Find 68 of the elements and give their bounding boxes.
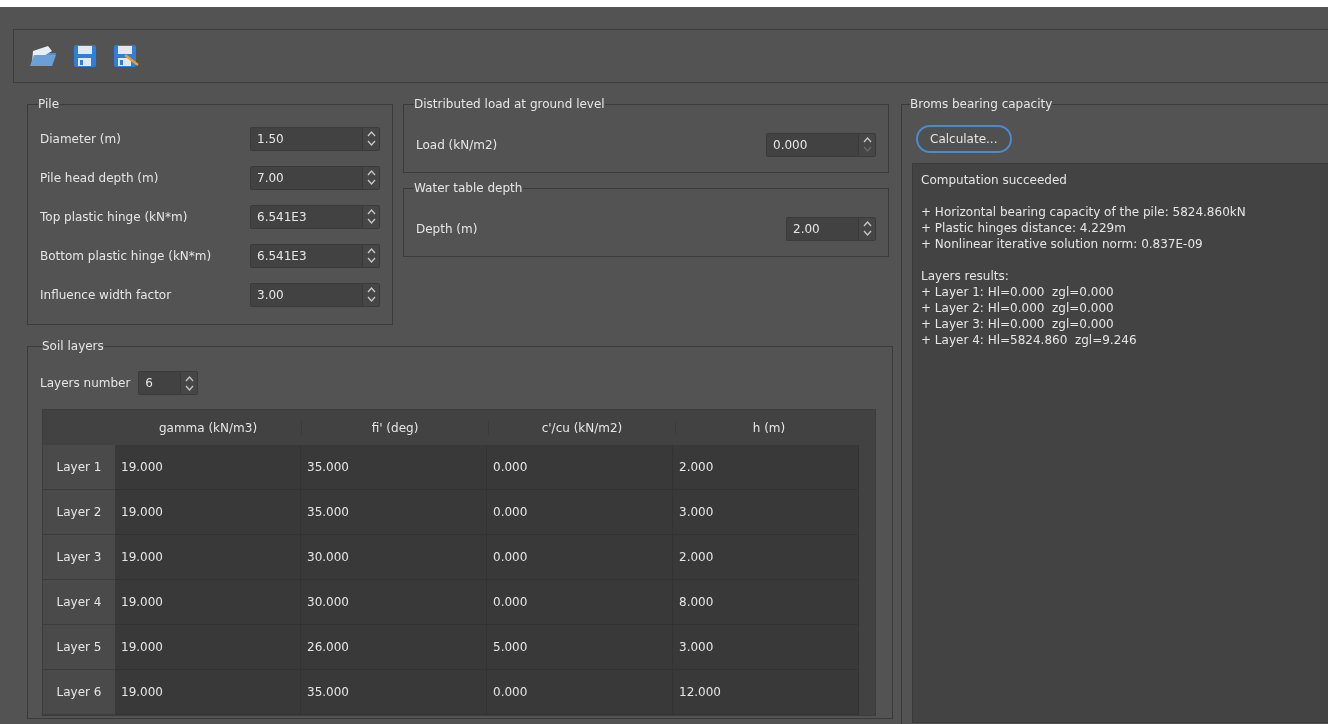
field-label: Depth (m) bbox=[416, 221, 478, 236]
table-cell[interactable]: 0.000 bbox=[487, 670, 673, 715]
table-cell[interactable]: 19.000 bbox=[115, 445, 301, 490]
result-line: + Layer 1: Hl=0.000 zgl=0.000 bbox=[921, 284, 1115, 300]
table-cell[interactable]: 19.000 bbox=[115, 670, 301, 715]
table-cell[interactable]: 35.000 bbox=[301, 445, 487, 490]
row-header[interactable]: Layer 4 bbox=[43, 580, 115, 625]
field-label: Diameter (m) bbox=[40, 131, 121, 146]
table-cell[interactable]: 3.000 bbox=[673, 490, 859, 535]
group-title: Pile bbox=[38, 97, 60, 111]
group-title: Soil layers bbox=[42, 339, 104, 353]
field-label: Load (kN/m2) bbox=[416, 137, 498, 152]
row-header[interactable]: Layer 2 bbox=[43, 490, 115, 535]
spin-box[interactable]: 6.541E3 bbox=[250, 204, 380, 229]
column-header[interactable]: c'/cu (kN/m2) bbox=[489, 420, 676, 435]
table-cell[interactable]: 19.000 bbox=[115, 580, 301, 625]
row-header[interactable]: Layer 5 bbox=[43, 625, 115, 670]
field-label: Bottom plastic hinge (kN*m) bbox=[40, 248, 212, 263]
result-line: + Nonlinear iterative solution norm: 0.837E-09 bbox=[921, 236, 1204, 252]
spin-box[interactable]: 7.00 bbox=[250, 165, 380, 190]
spin-box[interactable]: 0.000 bbox=[766, 132, 876, 157]
spin-box[interactable]: 3.00 bbox=[250, 282, 380, 307]
column-header[interactable]: fi' (deg) bbox=[302, 420, 489, 435]
result-line: Layers results: bbox=[921, 268, 1010, 284]
table-cell[interactable]: 5.000 bbox=[487, 625, 673, 670]
table-cell[interactable]: 0.000 bbox=[487, 445, 673, 490]
group-title: Water table depth bbox=[414, 181, 523, 195]
table-cell[interactable]: 8.000 bbox=[673, 580, 859, 625]
table-cell[interactable]: 35.000 bbox=[301, 490, 487, 535]
table-cell[interactable]: 3.000 bbox=[673, 625, 859, 670]
result-line: + Plastic hinges distance: 4.229m bbox=[921, 220, 1127, 236]
row-header[interactable]: Layer 1 bbox=[43, 445, 115, 490]
field-label: Pile head depth (m) bbox=[40, 170, 159, 185]
table-cell[interactable]: 30.000 bbox=[301, 580, 487, 625]
spin-box[interactable]: 2.00 bbox=[786, 216, 876, 241]
result-line: + Horizontal bearing capacity of the pile: 5824.860kN bbox=[921, 204, 1247, 220]
result-line: Computation succeeded bbox=[921, 172, 1068, 188]
column-header[interactable]: h (m) bbox=[676, 420, 862, 435]
column-header[interactable]: gamma (kN/m3) bbox=[115, 420, 302, 435]
group-title: Distributed load at ground level bbox=[414, 97, 605, 111]
folder-icon[interactable] bbox=[28, 43, 58, 69]
result-line: + Layer 4: Hl=5824.860 zgl=9.246 bbox=[921, 332, 1138, 348]
table-cell[interactable]: 19.000 bbox=[115, 535, 301, 580]
result-line: + Layer 3: Hl=0.000 zgl=0.000 bbox=[921, 316, 1115, 332]
table-cell[interactable]: 0.000 bbox=[487, 580, 673, 625]
table-cell[interactable]: 0.000 bbox=[487, 535, 673, 580]
spin-box[interactable]: 6.541E3 bbox=[250, 243, 380, 268]
row-header[interactable]: Layer 3 bbox=[43, 535, 115, 580]
result-line: + Layer 2: Hl=0.000 zgl=0.000 bbox=[921, 300, 1115, 316]
field-label: Layers number bbox=[40, 376, 131, 390]
calculate-button[interactable]: Calculate... bbox=[916, 125, 1012, 153]
spin-box[interactable]: 1.50 bbox=[250, 126, 380, 151]
row-header[interactable]: Layer 6 bbox=[43, 670, 115, 715]
save-icon[interactable] bbox=[72, 43, 98, 69]
table-cell[interactable]: 12.000 bbox=[673, 670, 859, 715]
table-cell[interactable]: 35.000 bbox=[301, 670, 487, 715]
table-cell[interactable]: 26.000 bbox=[301, 625, 487, 670]
field-label: Influence width factor bbox=[40, 287, 172, 302]
group-title: Broms bearing capacity bbox=[910, 97, 1053, 111]
save-as-icon[interactable] bbox=[112, 43, 140, 69]
table-cell[interactable]: 19.000 bbox=[115, 625, 301, 670]
table-cell[interactable]: 0.000 bbox=[487, 490, 673, 535]
spin-box[interactable]: 6 bbox=[138, 371, 199, 395]
field-label: Top plastic hinge (kN*m) bbox=[40, 209, 188, 224]
table-cell[interactable]: 19.000 bbox=[115, 490, 301, 535]
table-cell[interactable]: 2.000 bbox=[673, 535, 859, 580]
table-cell[interactable]: 30.000 bbox=[301, 535, 487, 580]
table-cell[interactable]: 2.000 bbox=[673, 445, 859, 490]
